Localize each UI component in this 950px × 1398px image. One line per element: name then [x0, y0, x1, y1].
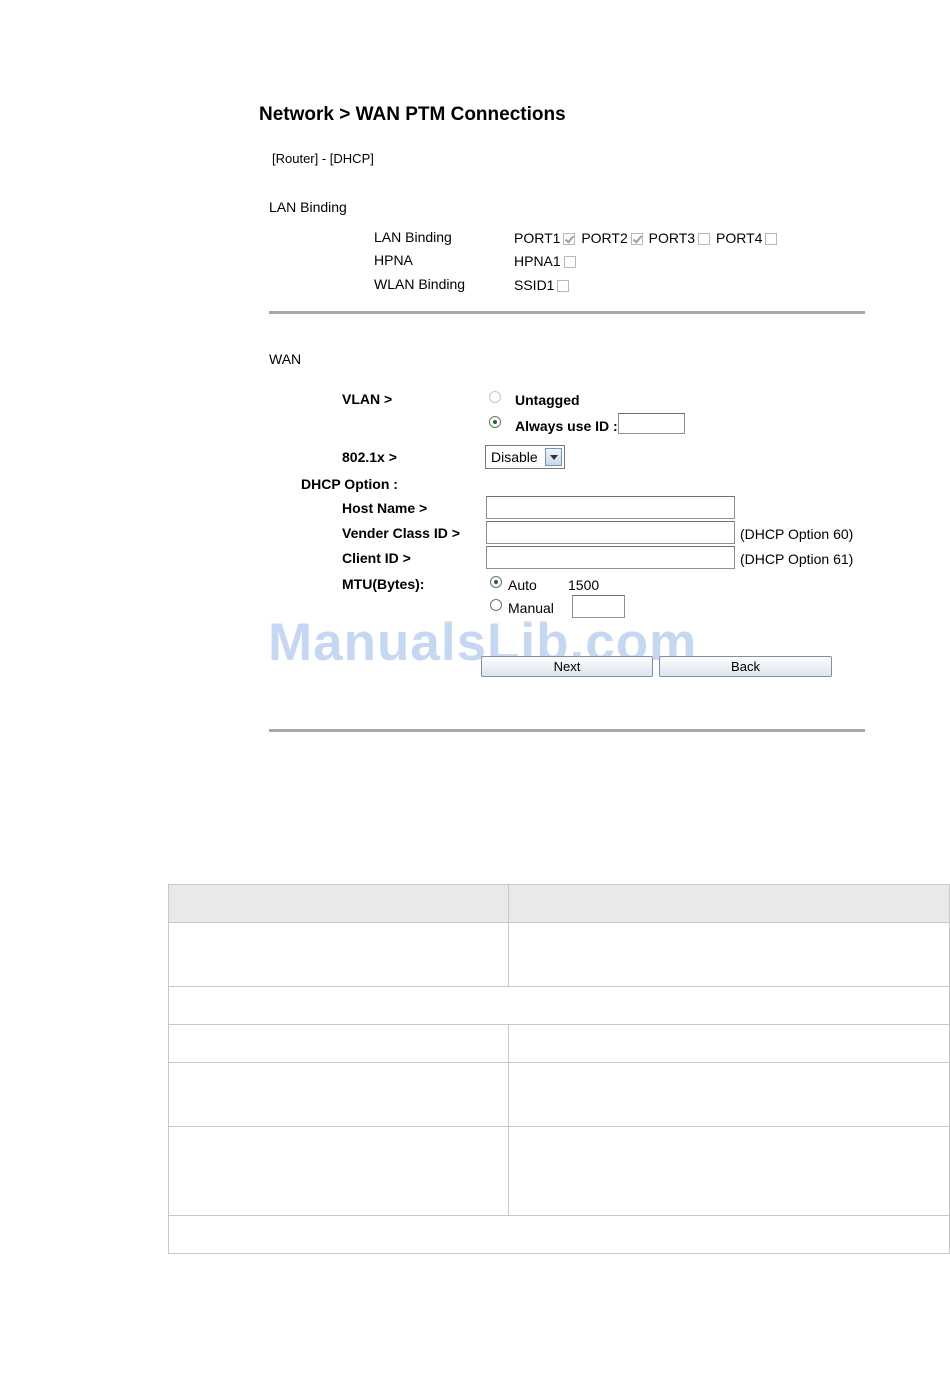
wan-section-label: WAN — [269, 351, 302, 367]
table-header-row — [168, 884, 950, 923]
description-table — [168, 884, 950, 1254]
port2-checkbox[interactable] — [630, 233, 643, 245]
port4-checkbox[interactable] — [765, 233, 778, 245]
port1-label: PORT1 — [514, 230, 561, 246]
vender-class-note: (DHCP Option 60) — [740, 526, 854, 542]
port2-label: PORT2 — [581, 230, 628, 246]
table-cell — [168, 1024, 509, 1063]
dot1x-select[interactable]: Disable — [485, 445, 565, 469]
port4-label: PORT4 — [715, 230, 763, 246]
table-section-cell — [168, 986, 950, 1025]
lan-port-list: PORT1 PORT2 PORT3 PORT4 — [514, 230, 779, 246]
vlan-untagged-label: Untagged — [515, 392, 580, 408]
table-cell — [168, 922, 509, 987]
table-row — [168, 1126, 950, 1216]
table-cell — [168, 1126, 509, 1216]
table-cell — [508, 1024, 950, 1063]
table-row — [168, 1062, 950, 1127]
client-id-note: (DHCP Option 61) — [740, 551, 854, 567]
dhcp-option-label: DHCP Option : — [301, 476, 398, 492]
vlan-id-input[interactable] — [618, 413, 685, 434]
mtu-auto-value: 1500 — [568, 577, 600, 593]
table-row — [168, 1024, 950, 1063]
bottom-divider — [269, 729, 865, 732]
port1-checkbox[interactable] — [563, 233, 576, 245]
page-subtitle: [Router] - [DHCP] — [272, 151, 374, 166]
mtu-auto-radio[interactable] — [490, 576, 502, 588]
host-name-input[interactable] — [486, 496, 735, 519]
dot1x-label: 802.1x > — [342, 449, 397, 465]
hpna-list: HPNA1 — [514, 253, 578, 269]
table-section-cell — [168, 1215, 950, 1254]
table-cell — [508, 1126, 950, 1216]
table-section-row — [168, 986, 950, 1025]
hpna1-label: HPNA1 — [514, 253, 561, 269]
vlan-always-label: Always use ID : — [515, 418, 618, 434]
table-section-row — [168, 1215, 950, 1254]
vlan-label: VLAN > — [342, 391, 393, 407]
mtu-auto-label: Auto — [508, 577, 537, 593]
back-button[interactable]: Back — [659, 656, 832, 677]
table-row — [168, 922, 950, 987]
vlan-always-radio[interactable] — [489, 416, 501, 428]
hpna-row-label: HPNA — [374, 252, 413, 268]
hpna1-checkbox[interactable] — [563, 256, 576, 268]
host-name-label: Host Name > — [342, 500, 428, 516]
vender-class-label: Vender Class ID > — [342, 525, 460, 541]
vender-class-input[interactable] — [486, 521, 735, 544]
chevron-down-icon[interactable] — [545, 448, 562, 466]
ssid1-checkbox[interactable] — [557, 280, 570, 292]
table-cell — [508, 922, 950, 987]
client-id-input[interactable] — [486, 546, 735, 569]
table-header-cell — [508, 884, 950, 923]
table-cell — [508, 1062, 950, 1127]
port3-checkbox[interactable] — [698, 233, 711, 245]
client-id-label: Client ID > — [342, 550, 411, 566]
mtu-manual-radio[interactable] — [490, 599, 502, 611]
section-divider — [269, 311, 865, 314]
lan-binding-row-label: LAN Binding — [374, 229, 452, 245]
page-title: Network > WAN PTM Connections — [259, 104, 566, 125]
dot1x-select-value: Disable — [491, 449, 538, 465]
port3-label: PORT3 — [648, 230, 696, 246]
mtu-label: MTU(Bytes): — [342, 576, 425, 592]
vlan-untagged-radio[interactable] — [489, 391, 501, 403]
next-button[interactable]: Next — [481, 656, 653, 677]
table-header-cell — [168, 884, 509, 923]
wlan-list: SSID1 — [514, 277, 571, 293]
lan-binding-section-label: LAN Binding — [269, 199, 347, 215]
wlan-binding-row-label: WLAN Binding — [374, 276, 466, 292]
table-cell — [168, 1062, 509, 1127]
ssid1-label: SSID1 — [514, 277, 555, 293]
